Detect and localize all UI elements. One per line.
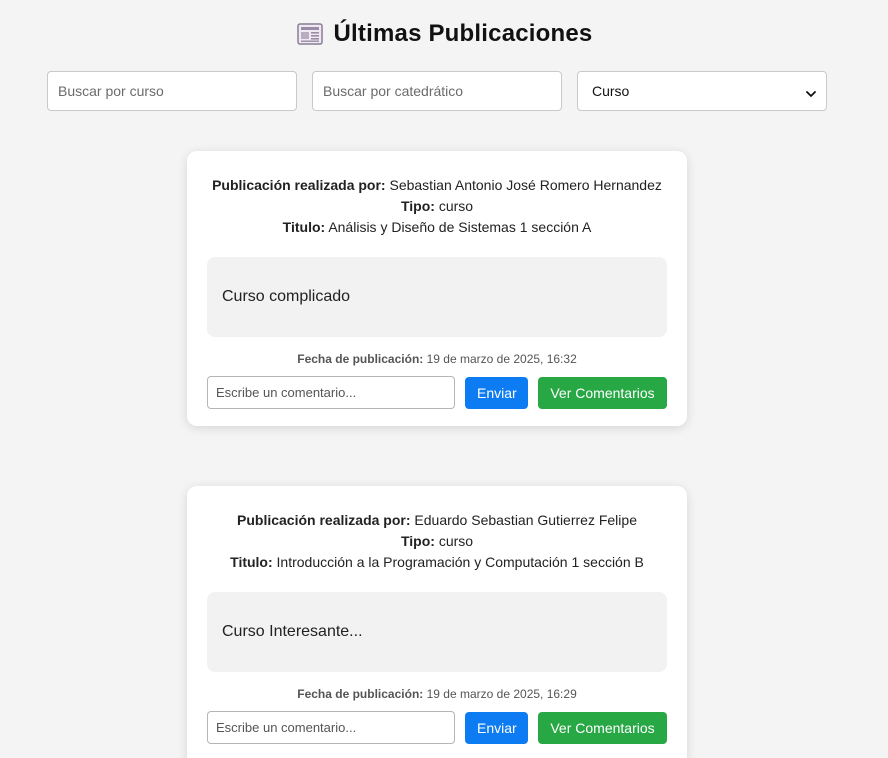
course-select-value: Curso bbox=[592, 83, 630, 99]
send-button[interactable]: Enviar bbox=[465, 711, 528, 744]
post-type-line: Tipo: curso bbox=[207, 196, 667, 217]
post-type: curso bbox=[438, 533, 474, 549]
title-label: Titulo: bbox=[230, 554, 273, 570]
post-date: 19 de marzo de 2025, 16:32 bbox=[426, 352, 577, 366]
post-title: Introducción a la Programación y Computa… bbox=[276, 554, 644, 570]
post-card: Publicación realizada por: Sebastian Ant… bbox=[187, 151, 687, 426]
search-course-input[interactable] bbox=[47, 71, 297, 111]
post-author: Eduardo Sebastian Gutierrez Felipe bbox=[414, 512, 637, 528]
header: Últimas Publicaciones bbox=[0, 20, 888, 54]
date-label: Fecha de publicación: bbox=[297, 352, 424, 366]
post-date: 19 de marzo de 2025, 16:29 bbox=[426, 687, 577, 701]
post-title-line: Titulo: Análisis y Diseño de Sistemas 1 … bbox=[207, 217, 667, 238]
post-date-line: Fecha de publicación: 19 de marzo de 202… bbox=[207, 352, 667, 366]
send-button[interactable]: Enviar bbox=[465, 376, 528, 409]
comment-input[interactable] bbox=[207, 711, 455, 744]
author-label: Publicación realizada por: bbox=[212, 177, 386, 193]
search-professor-input[interactable] bbox=[312, 71, 562, 111]
page: Últimas Publicaciones Curso Publicación … bbox=[0, 0, 888, 758]
type-label: Tipo: bbox=[400, 198, 435, 214]
date-label: Fecha de publicación: bbox=[297, 687, 424, 701]
chevron-down-icon bbox=[806, 86, 816, 97]
post-content: Curso complicado bbox=[207, 257, 667, 337]
post-card: Publicación realizada por: Eduardo Sebas… bbox=[187, 486, 687, 758]
view-comments-button[interactable]: Ver Comentarios bbox=[538, 711, 667, 744]
post-author: Sebastian Antonio José Romero Hernandez bbox=[389, 177, 662, 193]
post-content: Curso Interesante... bbox=[207, 592, 667, 672]
post-actions: Enviar Ver Comentarios bbox=[207, 711, 667, 744]
title-label: Titulo: bbox=[282, 219, 326, 235]
post-type: curso bbox=[438, 198, 474, 214]
post-date-line: Fecha de publicación: 19 de marzo de 202… bbox=[207, 687, 667, 701]
author-label: Publicación realizada por: bbox=[237, 512, 411, 528]
post-meta: Publicación realizada por: Sebastian Ant… bbox=[207, 175, 667, 238]
page-title: Últimas Publicaciones bbox=[333, 20, 593, 47]
post-title: Análisis y Diseño de Sistemas 1 sección … bbox=[328, 219, 592, 235]
post-author-line: Publicación realizada por: Eduardo Sebas… bbox=[207, 510, 667, 531]
post-author-line: Publicación realizada por: Sebastian Ant… bbox=[207, 175, 667, 196]
type-label: Tipo: bbox=[400, 533, 435, 549]
post-type-line: Tipo: curso bbox=[207, 531, 667, 552]
post-actions: Enviar Ver Comentarios bbox=[207, 376, 667, 409]
filters-bar: Curso bbox=[47, 71, 827, 111]
header-inner: Últimas Publicaciones bbox=[296, 20, 593, 48]
course-select[interactable]: Curso bbox=[577, 71, 827, 111]
post-meta: Publicación realizada por: Eduardo Sebas… bbox=[207, 510, 667, 573]
view-comments-button[interactable]: Ver Comentarios bbox=[538, 376, 667, 409]
newspaper-icon bbox=[296, 21, 324, 47]
comment-input[interactable] bbox=[207, 376, 455, 409]
post-title-line: Titulo: Introducción a la Programación y… bbox=[207, 552, 667, 573]
